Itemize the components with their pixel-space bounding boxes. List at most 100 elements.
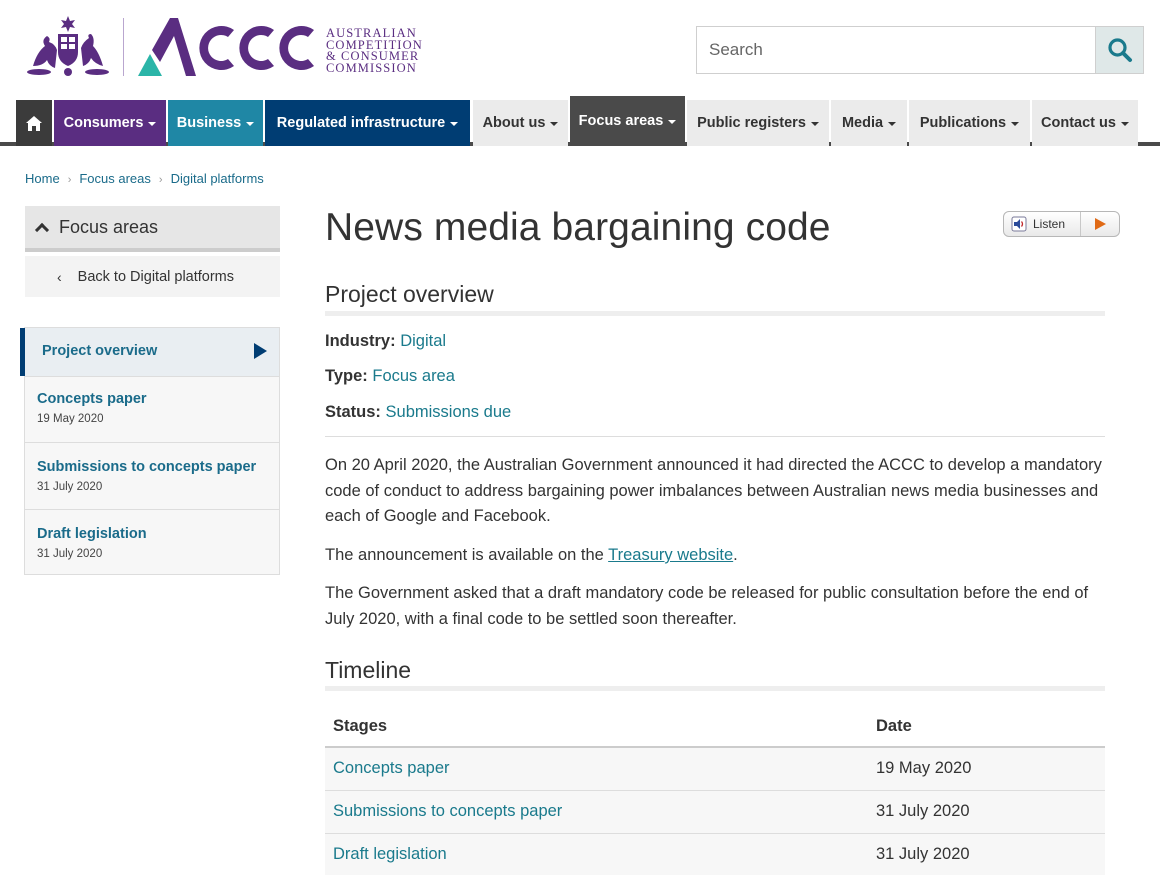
nav-home[interactable] [16,100,52,146]
timeline-heading: Timeline [325,657,412,683]
accc-logo[interactable] [138,16,320,80]
nav-focus-areas[interactable]: Focus areas [570,96,685,146]
main-nav: Consumers Business Regulated infrastruct… [0,96,1160,146]
sidebar-item-project-overview[interactable]: Project overview [20,328,279,376]
nav-label: Consumers [63,115,144,131]
nav-business[interactable]: Business [168,100,263,146]
table-header-row: Stages Date [325,706,1105,748]
sidebar-item-label: Draft legislation [37,526,147,542]
stage-date: 31 July 2020 [868,790,1105,834]
coat-of-arms-icon[interactable] [25,14,111,78]
sidebar-item-label: Concepts paper [37,391,147,407]
nav-regulated-infrastructure[interactable]: Regulated infrastructure [265,100,470,146]
meta-value-link[interactable]: Submissions due [386,403,512,421]
page-title: News media bargaining code [325,206,831,249]
meta-divider [325,436,1105,437]
nav-label: Focus areas [578,113,664,129]
column-header: Stages [325,706,868,748]
meta-label: Status: [325,403,381,421]
site-header: AUSTRALIAN COMPETITION & CONSUMER COMMIS… [0,0,1160,100]
nav-label: Media [841,115,884,131]
stage-date: 19 May 2020 [868,747,1105,791]
nav-publications[interactable]: Publications [909,100,1030,146]
sidebar-item-label: Project overview [42,343,158,359]
caret-down-icon [148,122,157,126]
nav-contact-us[interactable]: Contact us [1032,100,1138,146]
nav-label: About us [482,115,546,131]
nav-label: Public registers [697,115,806,131]
breadcrumb-digital-platforms[interactable]: Digital platforms [171,171,264,186]
back-to-digital-platforms-link[interactable]: ‹ Back to Digital platforms [25,256,280,297]
consultation-paragraph: The Government asked that a draft mandat… [325,584,1089,628]
nav-about-us[interactable]: About us [473,100,568,146]
chevron-left-icon: ‹ [57,268,62,285]
sidebar-heading[interactable]: Focus areas [25,206,280,252]
back-link-label: Back to Digital platforms [77,268,235,285]
column-header: Date [868,706,1105,748]
caret-down-icon [246,122,255,126]
logo-text-line: COMMISSION [326,60,417,75]
listen-label: Listen [1033,217,1066,231]
caret-down-icon [450,122,459,126]
paragraph-text: The announcement is available on the [325,546,609,564]
meta-value-link[interactable]: Focus area [372,367,455,385]
stage-link[interactable]: Submissions to concepts paper [325,790,868,834]
logo-wordmark: AUSTRALIAN COMPETITION & CONSUMER COMMIS… [326,27,436,75]
speaker-icon [1011,216,1027,232]
meta-type: Type: Focus area [325,367,455,386]
search-input[interactable] [696,26,1096,74]
treasury-website-link[interactable]: Treasury website [608,546,733,564]
chevron-right-icon: › [158,174,163,186]
sidebar-item-submissions[interactable]: Submissions to concepts paper 31 July 20… [25,442,279,509]
sidebar-heading-label: Focus areas [59,216,159,237]
meta-status: Status: Submissions due [325,403,511,422]
heading-rule [325,686,1105,691]
announcement-paragraph: The announcement is available on the Tre… [325,543,1105,569]
meta-value-link[interactable]: Digital [400,332,446,350]
nav-label: Contact us [1041,115,1116,131]
home-icon [26,115,42,131]
meta-industry: Industry: Digital [325,332,446,351]
nav-label: Regulated infrastructure [276,115,446,131]
sidebar-item-date: 19 May 2020 [37,413,104,425]
nav-label: Publications [919,115,1007,131]
project-overview-heading: Project overview [325,281,494,307]
table-row: Draft legislation 31 July 2020 [325,833,1105,875]
nav-consumers[interactable]: Consumers [54,100,166,146]
sidebar-item-date: 31 July 2020 [37,481,103,493]
sidebar-item-concepts-paper[interactable]: Concepts paper 19 May 2020 [25,376,279,442]
caret-down-icon [668,120,677,124]
caret-down-icon [1120,122,1129,126]
caret-down-icon [550,122,559,126]
table-row: Submissions to concepts paper 31 July 20… [325,790,1105,834]
meta-label: Type: [325,367,368,385]
timeline-table: Stages Date Concepts paper 19 May 2020 S… [325,706,1105,875]
stage-link[interactable]: Draft legislation [325,833,868,875]
search-icon [1107,38,1132,62]
play-icon [1095,218,1106,230]
stage-date: 31 July 2020 [868,833,1105,875]
caret-down-icon [888,122,897,126]
chevron-right-icon: › [67,174,72,186]
breadcrumb: Home › Focus areas › Digital platforms [25,171,264,186]
intro-paragraph: On 20 April 2020, the Australian Governm… [325,456,1102,525]
logo-divider [123,18,124,76]
breadcrumb-home[interactable]: Home [25,171,60,186]
sidebar-nav-list: Project overview Concepts paper 19 May 2… [20,327,280,575]
caret-down-icon [1011,122,1020,126]
sidebar-item-label: Submissions to concepts paper [37,459,257,475]
sidebar-item-draft-legislation[interactable]: Draft legislation 31 July 2020 [25,509,279,574]
stage-link[interactable]: Concepts paper [325,747,868,791]
listen-button[interactable]: Listen [1003,211,1120,237]
search-button[interactable] [1096,26,1144,74]
nav-public-registers[interactable]: Public registers [687,100,829,146]
table-row: Concepts paper 19 May 2020 [325,747,1105,791]
breadcrumb-focus-areas[interactable]: Focus areas [79,171,151,186]
chevron-up-icon [34,222,50,238]
nav-label: Business [176,115,242,131]
heading-rule [325,311,1105,316]
play-triangle-icon [254,343,267,359]
nav-media[interactable]: Media [831,100,907,146]
meta-label: Industry: [325,332,396,350]
caret-down-icon [810,122,819,126]
